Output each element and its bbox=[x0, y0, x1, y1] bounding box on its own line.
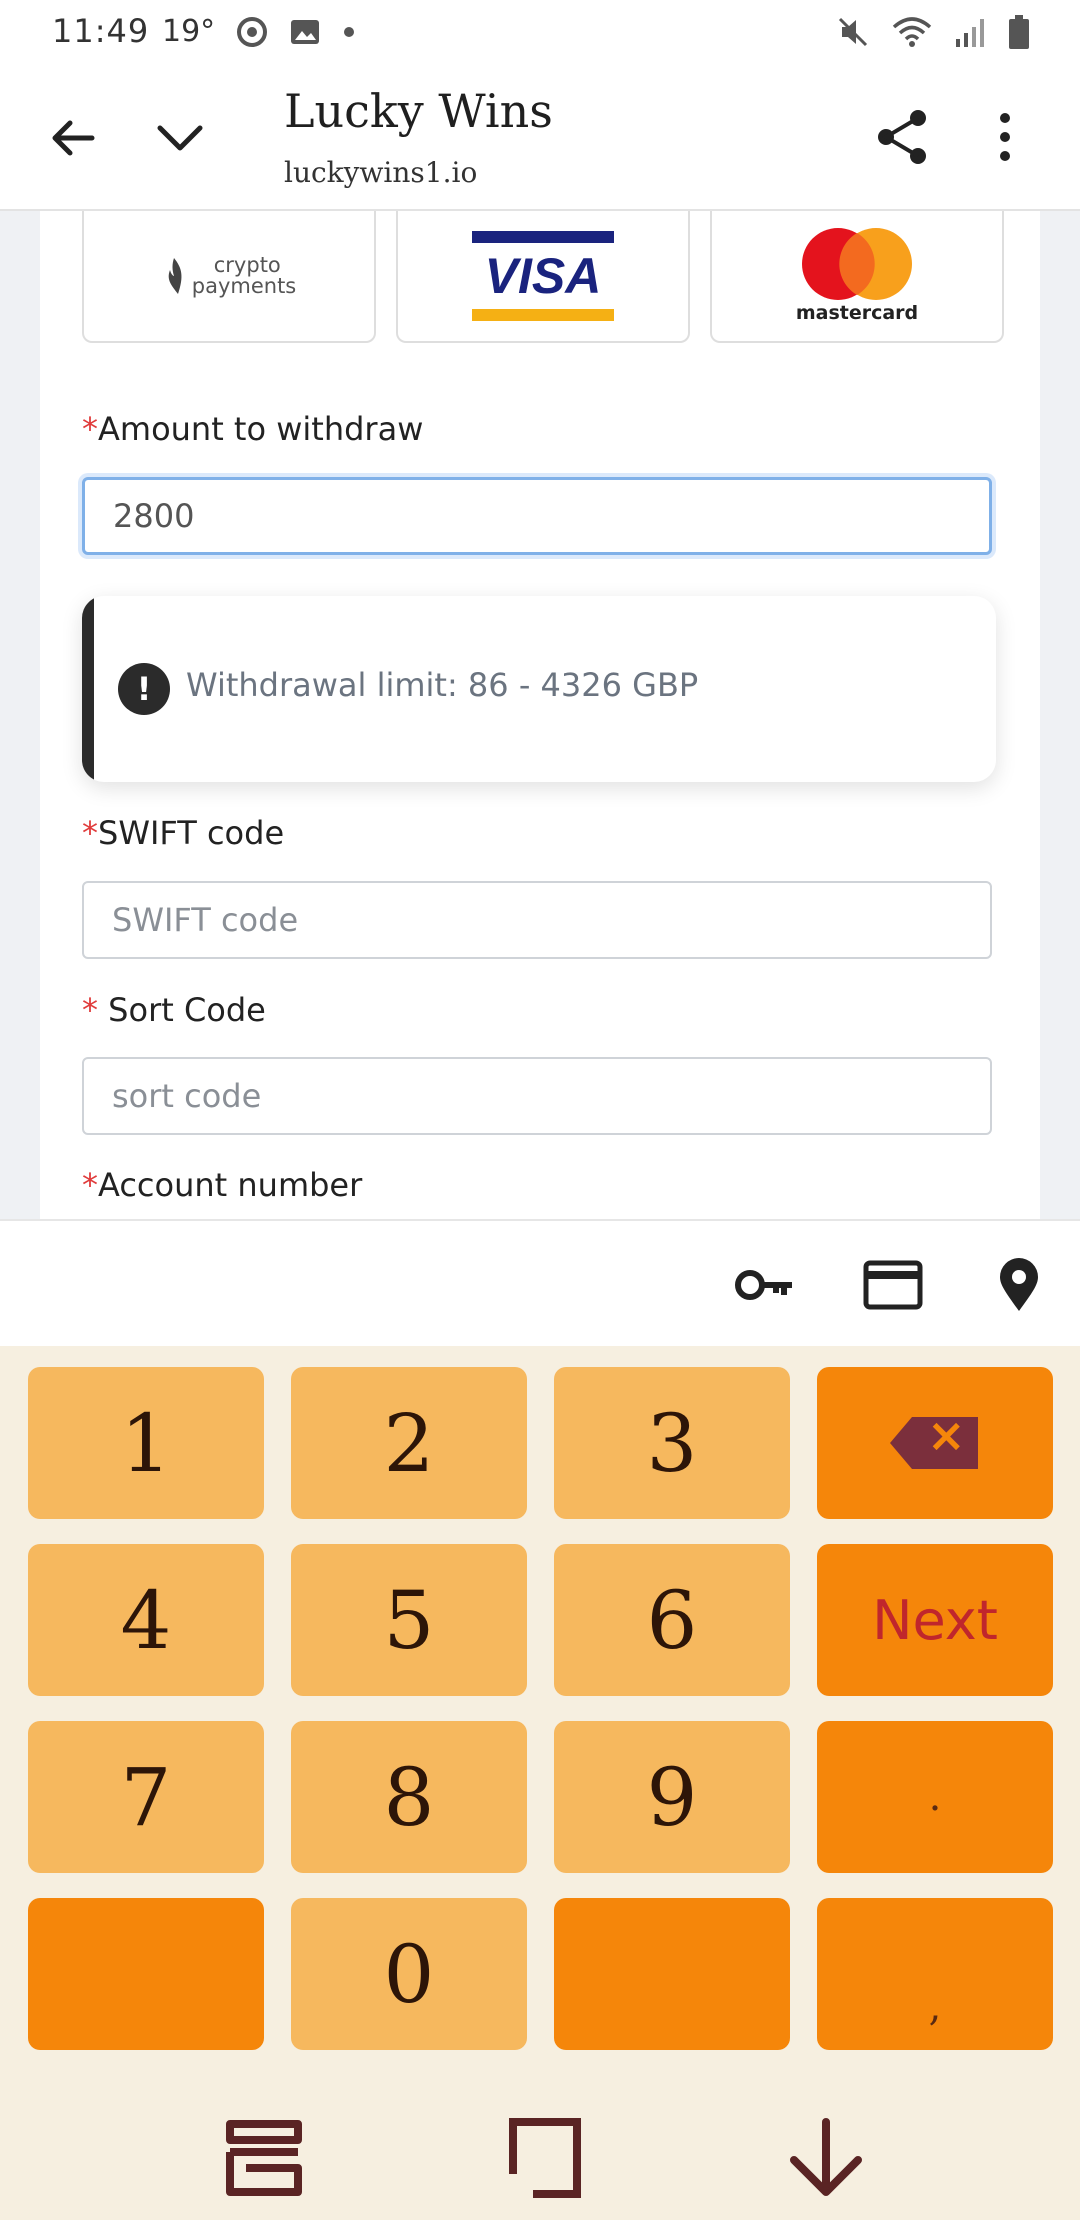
visa-logo-text: VISA bbox=[484, 248, 602, 304]
page-url[interactable]: luckywins1.io bbox=[284, 156, 477, 189]
share-icon[interactable] bbox=[872, 106, 934, 168]
sort-code-input[interactable] bbox=[110, 1076, 964, 1116]
key-icon[interactable] bbox=[734, 1257, 796, 1313]
key-9[interactable]: 9 bbox=[554, 1721, 790, 1873]
next-key[interactable]: Next bbox=[817, 1544, 1053, 1696]
home-icon[interactable] bbox=[505, 2118, 585, 2198]
dot-icon bbox=[344, 26, 355, 37]
numeric-keypad: 1 2 3 × 4 5 6 Next 7 8 9 . 0 , bbox=[0, 1346, 1080, 2220]
status-bar: 11:49 19° bbox=[0, 0, 1080, 64]
location-pin-icon[interactable] bbox=[988, 1257, 1050, 1313]
chrome-icon bbox=[237, 16, 268, 47]
gallery-icon bbox=[291, 19, 320, 44]
key-3[interactable]: 3 bbox=[554, 1367, 790, 1519]
period-key[interactable]: . bbox=[817, 1721, 1053, 1873]
alert-message: Withdrawal limit: 86 - 4326 GBP bbox=[186, 666, 699, 704]
comma-key[interactable]: , bbox=[817, 1898, 1053, 2050]
clock: 11:49 bbox=[52, 12, 150, 50]
mastercard-logo-text: mastercard bbox=[795, 302, 919, 324]
crypto-payment-option[interactable]: crypto payments bbox=[82, 211, 376, 343]
recents-icon[interactable] bbox=[224, 2118, 304, 2198]
sort-code-label: * Sort Code bbox=[82, 991, 266, 1029]
key-6[interactable]: 6 bbox=[554, 1544, 790, 1696]
web-content: crypto payments VISA mastercard *Amount … bbox=[0, 211, 1080, 1219]
status-right-icons bbox=[836, 14, 1030, 50]
mastercard-circles-icon bbox=[802, 228, 912, 300]
hide-keyboard-icon[interactable] bbox=[786, 2118, 866, 2198]
temperature: 19° bbox=[162, 14, 216, 49]
wifi-icon bbox=[892, 17, 932, 47]
keyboard-accessory-bar bbox=[0, 1219, 1080, 1348]
mute-icon bbox=[838, 17, 868, 47]
back-arrow-icon[interactable] bbox=[44, 108, 104, 168]
credit-card-icon[interactable] bbox=[862, 1257, 924, 1313]
withdrawal-limit-alert: ! Withdrawal limit: 86 - 4326 GBP bbox=[82, 596, 996, 782]
crypto-label-line1: crypto bbox=[213, 253, 281, 277]
battery-icon bbox=[1009, 15, 1029, 49]
amount-label: *Amount to withdraw bbox=[82, 410, 424, 448]
backspace-symbol: × bbox=[927, 1408, 966, 1462]
crypto-flame-icon bbox=[168, 258, 182, 294]
exclamation-icon: ! bbox=[118, 663, 170, 715]
status-left-icons: 19° bbox=[162, 14, 355, 49]
key-5[interactable]: 5 bbox=[291, 1544, 527, 1696]
swift-input[interactable] bbox=[110, 900, 964, 940]
backspace-key[interactable]: × bbox=[817, 1367, 1053, 1519]
swift-field[interactable] bbox=[82, 881, 992, 959]
browser-toolbar: Lucky Wins luckywins1.io bbox=[0, 64, 1080, 211]
amount-input[interactable] bbox=[111, 496, 963, 536]
account-number-label: *Account number bbox=[82, 1166, 363, 1204]
system-nav-bar bbox=[0, 2076, 1080, 2220]
signal-icon bbox=[956, 19, 984, 47]
mastercard-logo: mastercard bbox=[792, 226, 922, 326]
blank-key-left[interactable] bbox=[28, 1898, 264, 2050]
mastercard-payment-option[interactable]: mastercard bbox=[710, 211, 1004, 343]
crypto-logo: crypto payments bbox=[162, 253, 297, 298]
blank-key-right[interactable] bbox=[554, 1898, 790, 2050]
withdraw-form-panel: crypto payments VISA mastercard *Amount … bbox=[40, 211, 1040, 1219]
key-4[interactable]: 4 bbox=[28, 1544, 264, 1696]
page-title: Lucky Wins bbox=[284, 84, 553, 138]
key-8[interactable]: 8 bbox=[291, 1721, 527, 1873]
swift-label: *SWIFT code bbox=[82, 814, 285, 852]
crypto-label-line2: payments bbox=[191, 274, 297, 298]
key-0[interactable]: 0 bbox=[291, 1898, 527, 2050]
more-vert-icon[interactable] bbox=[980, 106, 1030, 168]
chevron-down-icon[interactable] bbox=[150, 108, 210, 168]
key-1[interactable]: 1 bbox=[28, 1367, 264, 1519]
key-7[interactable]: 7 bbox=[28, 1721, 264, 1873]
key-2[interactable]: 2 bbox=[291, 1367, 527, 1519]
sort-code-field[interactable] bbox=[82, 1057, 992, 1135]
amount-field[interactable] bbox=[82, 477, 992, 555]
visa-logo: VISA bbox=[472, 231, 614, 321]
alert-accent-bar bbox=[82, 596, 94, 782]
visa-payment-option[interactable]: VISA bbox=[396, 211, 690, 343]
